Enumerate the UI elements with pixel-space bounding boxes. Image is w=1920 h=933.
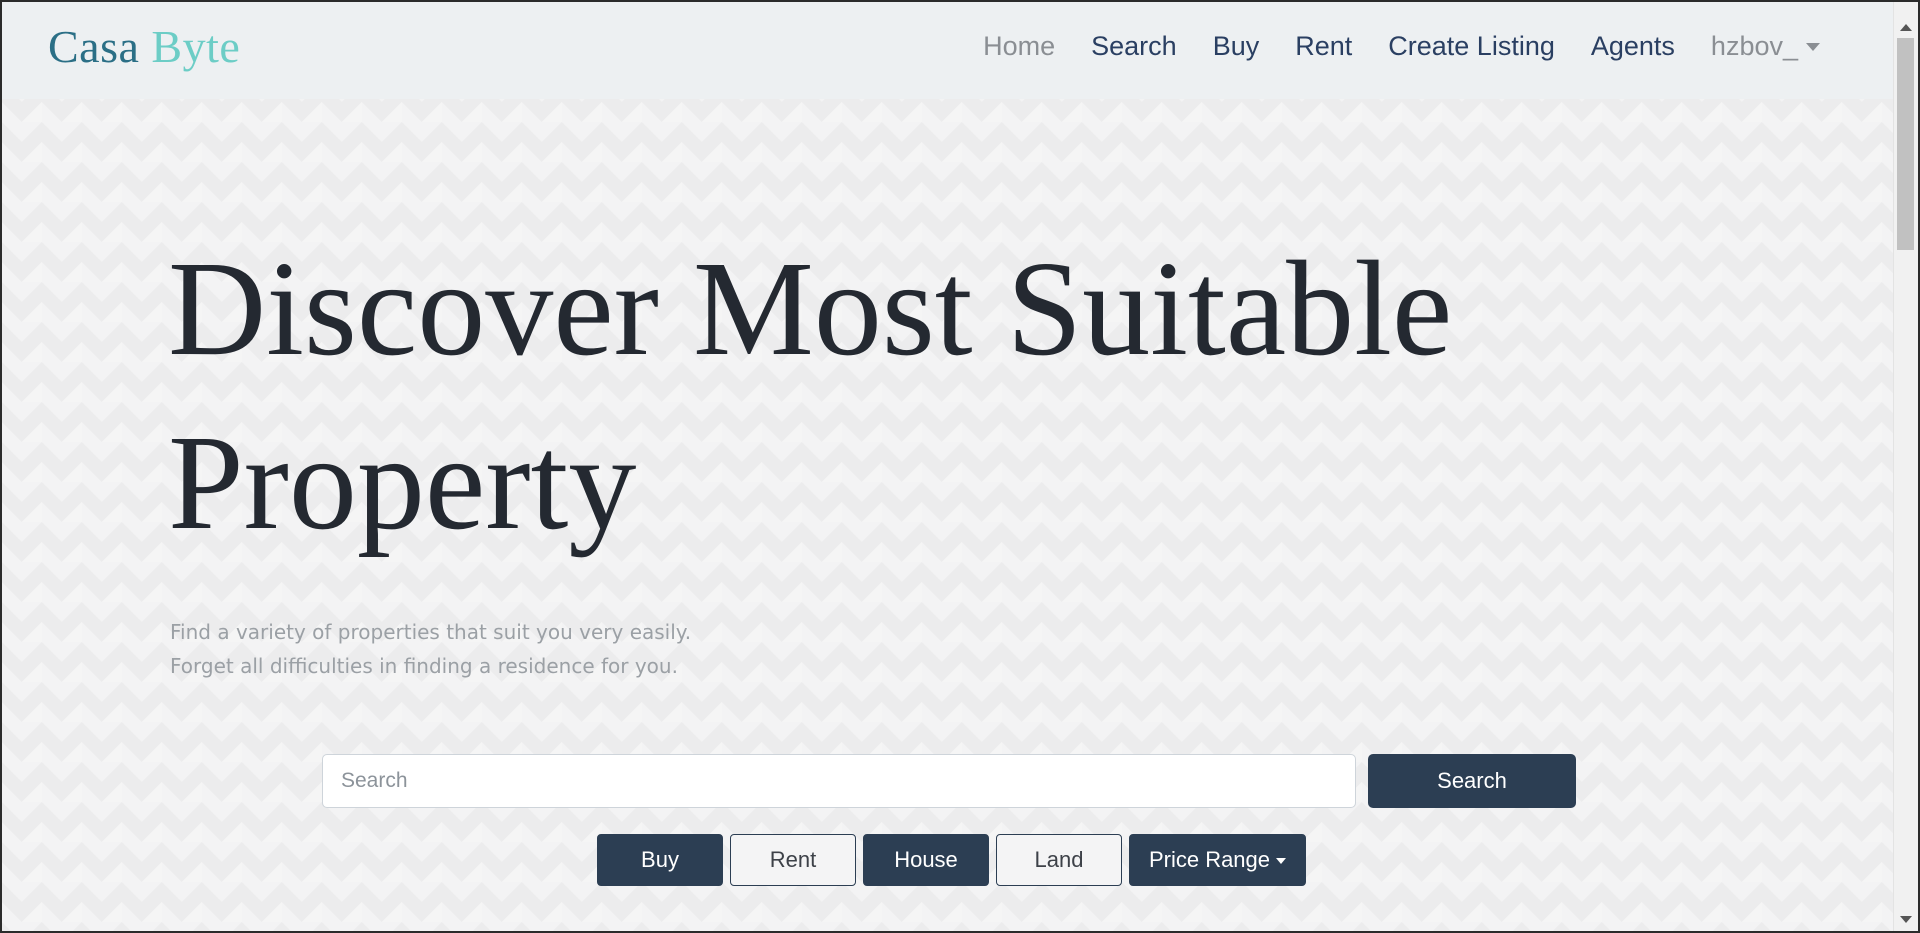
scroll-down-arrow-icon[interactable] [1900, 916, 1912, 923]
scrollbar-thumb[interactable] [1897, 38, 1914, 250]
hero-title: Discover Most Suitable Property [168, 222, 1668, 570]
page-scrollbar[interactable] [1893, 2, 1918, 931]
nav-menu: Home Search Buy Rent Create Listing Agen… [965, 28, 1820, 64]
navbar: Casa Byte Home Search Buy Rent Create Li… [2, 2, 1896, 99]
chevron-down-icon [1276, 858, 1287, 864]
user-menu-dropdown[interactable]: hzbov_ [1693, 31, 1820, 62]
search-button[interactable]: Search [1368, 754, 1576, 808]
filter-land-button[interactable]: Land [996, 834, 1122, 886]
hero-subtitle-line2: Forget all difficulties in finding a res… [170, 654, 678, 678]
user-name: hzbov_ [1710, 30, 1798, 61]
search-input[interactable] [322, 754, 1356, 808]
scroll-up-arrow-icon[interactable] [1900, 24, 1912, 31]
filter-buttons: Buy Rent House Land Price Range [597, 834, 1306, 886]
price-range-dropdown[interactable]: Price Range [1129, 834, 1306, 886]
hero-subtitle-line1: Find a variety of properties that suit y… [170, 620, 692, 644]
nav-rent[interactable]: Rent [1277, 28, 1370, 64]
price-range-label: Price Range [1148, 847, 1271, 872]
nav-buy[interactable]: Buy [1195, 28, 1278, 64]
nav-agents[interactable]: Agents [1573, 28, 1693, 64]
chevron-down-icon [1806, 43, 1820, 51]
filter-house-button[interactable]: House [863, 834, 989, 886]
nav-search[interactable]: Search [1073, 28, 1195, 64]
brand-name-part2: Byte [151, 21, 241, 72]
brand-logo[interactable]: Casa Byte [48, 20, 240, 74]
filter-buy-button[interactable]: Buy [597, 834, 723, 886]
hero-subtitle: Find a variety of properties that suit y… [170, 615, 691, 683]
nav-create-listing[interactable]: Create Listing [1370, 28, 1573, 64]
hero-title-line2: Property [168, 408, 637, 558]
hero-title-line1: Discover Most Suitable [168, 234, 1453, 384]
nav-home[interactable]: Home [965, 28, 1073, 64]
filter-rent-button[interactable]: Rent [730, 834, 856, 886]
brand-name-part1: Casa [48, 21, 140, 72]
